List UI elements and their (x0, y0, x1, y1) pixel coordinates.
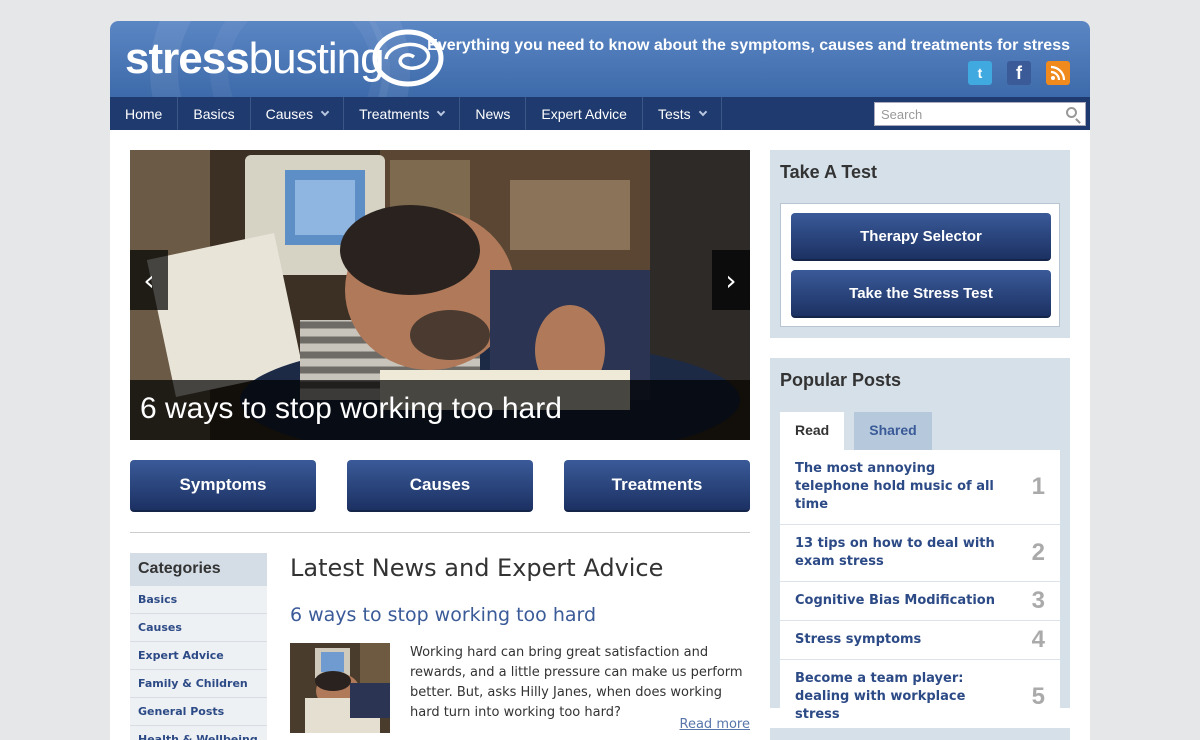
popular-rank: 1 (1031, 473, 1045, 500)
search-input[interactable] (875, 104, 1055, 124)
take-a-test-box: Take A Test Therapy Selector Take the St… (770, 150, 1070, 338)
popular-post-title: 13 tips on how to deal with exam stress (795, 536, 995, 569)
nav-label: Basics (193, 105, 235, 122)
nav-item-causes[interactable]: Causes (251, 97, 345, 130)
logo-text-light: busting (248, 34, 385, 83)
therapy-selector-button[interactable]: Therapy Selector (791, 213, 1051, 261)
category-item[interactable]: Health & Wellbeing (130, 726, 267, 740)
nav-item-news[interactable]: News (460, 97, 527, 130)
nav-label: Treatments (359, 105, 430, 122)
popular-tabs: Read Shared (780, 412, 932, 450)
popular-post-title: Stress symptoms (795, 632, 922, 647)
nav-label: Home (125, 105, 163, 122)
popular-rank: 3 (1031, 587, 1045, 614)
nav-item-tests[interactable]: Tests (643, 97, 722, 130)
list-item[interactable]: The most annoying telephone hold music o… (780, 450, 1060, 525)
read-more-link[interactable]: Read more (680, 717, 750, 732)
site-logo[interactable]: stressbusting (125, 34, 385, 83)
hero-caption[interactable]: 6 ways to stop working too hard (130, 380, 750, 440)
popular-post-title: The most annoying telephone hold music o… (795, 461, 994, 512)
search-box (874, 102, 1086, 126)
post-excerpt: Working hard can bring great satisfactio… (410, 645, 743, 720)
category-item[interactable]: Basics (130, 586, 267, 614)
popular-rank: 5 (1031, 683, 1045, 710)
nav-item-basics[interactable]: Basics (178, 97, 251, 130)
popular-rank: 4 (1031, 626, 1045, 653)
popular-posts-list: The most annoying telephone hold music o… (780, 450, 1060, 735)
category-item[interactable]: General Posts (130, 698, 267, 726)
nav-label: Expert Advice (541, 105, 627, 122)
nav-label: News (475, 105, 511, 122)
list-item[interactable]: Cognitive Bias Modification 3 (780, 582, 1060, 621)
nav-label: Tests (657, 105, 691, 122)
nav-item-treatments[interactable]: Treatments (344, 97, 461, 130)
popular-posts-title: Popular Posts (780, 370, 902, 390)
post-title-link[interactable]: 6 ways to stop working too hard (290, 604, 596, 626)
search-icon[interactable] (1066, 107, 1077, 118)
take-a-test-title: Take A Test (780, 162, 878, 182)
nav-label: Causes (265, 105, 314, 122)
list-item[interactable]: Stress symptoms 4 (780, 621, 1060, 660)
nav-item-home[interactable]: Home (110, 97, 179, 130)
popular-posts-box: Popular Posts Read Shared The most annoy… (770, 358, 1070, 735)
social-links: t f (968, 61, 1070, 85)
post-thumbnail[interactable] (290, 643, 390, 733)
tab-shared[interactable]: Shared (854, 412, 932, 450)
facebook-icon[interactable]: f (1007, 61, 1031, 85)
stress-test-button[interactable]: Take the Stress Test (791, 270, 1051, 318)
category-item[interactable]: Expert Advice (130, 642, 267, 670)
list-item[interactable]: 13 tips on how to deal with exam stress 2 (780, 525, 1060, 582)
main-nav: Home Basics Causes Treatments News Exper… (110, 97, 1090, 130)
site-header: stressbusting Everything you need to kno… (110, 21, 1090, 97)
chevron-down-icon (437, 107, 446, 116)
chevron-down-icon (698, 107, 707, 116)
sidebar-next-box (770, 728, 1070, 740)
test-buttons-panel: Therapy Selector Take the Stress Test (780, 203, 1060, 327)
rss-icon[interactable] (1046, 61, 1070, 85)
site-container: stressbusting Everything you need to kno… (110, 21, 1090, 740)
logo-text-bold: stress (125, 34, 250, 83)
section-divider (130, 532, 750, 533)
popular-rank: 2 (1031, 539, 1045, 566)
symptoms-button[interactable]: Symptoms (130, 460, 316, 512)
popular-post-title: Become a team player: dealing with workp… (795, 671, 966, 722)
latest-news-heading: Latest News and Expert Advice (290, 554, 664, 582)
categories-panel: Categories Basics Causes Expert Advice F… (130, 553, 267, 740)
categories-title: Categories (130, 553, 267, 586)
site-tagline: Everything you need to know about the sy… (427, 37, 1070, 54)
rss-glyph (1050, 65, 1066, 81)
list-item[interactable]: Become a team player: dealing with workp… (780, 660, 1060, 735)
tab-read[interactable]: Read (780, 412, 845, 450)
causes-button[interactable]: Causes (347, 460, 533, 512)
category-item[interactable]: Causes (130, 614, 267, 642)
popular-post-title: Cognitive Bias Modification (795, 593, 995, 608)
hero-slider[interactable]: ‹ › 6 ways to stop working too hard (130, 150, 750, 440)
chevron-down-icon (320, 107, 330, 116)
slider-next-button[interactable]: › (712, 250, 750, 310)
treatments-button[interactable]: Treatments (564, 460, 750, 512)
category-item[interactable]: Family & Children (130, 670, 267, 698)
twitter-icon[interactable]: t (968, 61, 992, 85)
nav-item-expert-advice[interactable]: Expert Advice (526, 97, 643, 130)
slider-prev-button[interactable]: ‹ (130, 250, 168, 310)
